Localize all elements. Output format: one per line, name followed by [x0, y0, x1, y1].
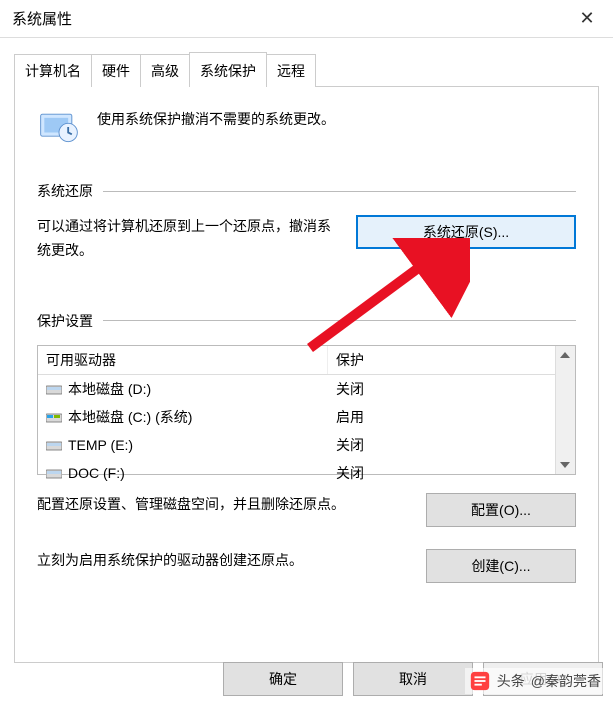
drive-list-body: 可用驱动器 保护 本地磁盘 (D:) 关闭 本地磁盘 (C:) (系统) 启用 … [38, 346, 555, 474]
tab-label: 系统保护 [200, 63, 256, 79]
close-button[interactable]: ✕ [561, 0, 613, 38]
configure-description: 配置还原设置、管理磁盘空间，并且删除还原点。 [37, 493, 408, 517]
tab-computer-name[interactable]: 计算机名 [14, 54, 92, 87]
drive-status: 关闭 [328, 461, 555, 485]
section-title: 系统还原 [37, 181, 93, 201]
watermark-prefix: 头条 [497, 671, 525, 691]
divider [103, 320, 576, 321]
system-restore-button[interactable]: 系统还原(S)... [356, 215, 576, 249]
divider [103, 191, 576, 192]
section-title: 保护设置 [37, 311, 93, 331]
intro-row: 使用系统保护撤消不需要的系统更改。 [37, 105, 576, 149]
configure-row: 配置还原设置、管理磁盘空间，并且删除还原点。 配置(O)... [37, 493, 576, 527]
drive-row[interactable]: 本地磁盘 (D:) 关闭 [38, 375, 555, 403]
drive-status: 关闭 [328, 433, 555, 457]
tab-advanced[interactable]: 高级 [140, 54, 190, 87]
disk-icon [46, 467, 62, 479]
column-status: 保护 [328, 346, 555, 374]
close-icon: ✕ [579, 8, 594, 29]
create-row: 立刻为启用系统保护的驱动器创建还原点。 创建(C)... [37, 549, 576, 583]
button-label: 取消 [399, 671, 427, 687]
section-header-restore: 系统还原 [37, 181, 576, 201]
watermark: 头条 @秦韵莞香 [465, 668, 605, 694]
drive-name: 本地磁盘 (C:) (系统) [68, 407, 192, 427]
windows-disk-icon [46, 411, 62, 423]
drive-list-header: 可用驱动器 保护 [38, 346, 555, 375]
disk-icon [46, 439, 62, 451]
tab-hardware[interactable]: 硬件 [91, 54, 141, 87]
window-title: 系统属性 [12, 8, 561, 29]
configure-button[interactable]: 配置(O)... [426, 493, 576, 527]
system-protection-icon [37, 105, 81, 149]
drive-row[interactable]: TEMP (E:) 关闭 [38, 431, 555, 459]
column-drive: 可用驱动器 [38, 346, 328, 374]
tab-strip: 计算机名 硬件 高级 系统保护 远程 [0, 38, 613, 87]
tab-system-protection[interactable]: 系统保护 [189, 52, 267, 87]
tab-label: 硬件 [102, 63, 130, 79]
button-label: 配置(O)... [471, 502, 531, 518]
button-label: 创建(C)... [471, 558, 530, 574]
drive-name: 本地磁盘 (D:) [68, 379, 151, 399]
create-description: 立刻为启用系统保护的驱动器创建还原点。 [37, 549, 408, 573]
create-button[interactable]: 创建(C)... [426, 549, 576, 583]
disk-icon [46, 383, 62, 395]
drive-row[interactable]: 本地磁盘 (C:) (系统) 启用 [38, 403, 555, 431]
ok-button[interactable]: 确定 [223, 662, 343, 696]
cancel-button[interactable]: 取消 [353, 662, 473, 696]
restore-row: 可以通过将计算机还原到上一个还原点，撤消系统更改。 系统还原(S)... [37, 215, 576, 263]
drive-name: DOC (F:) [68, 465, 125, 481]
drive-name: TEMP (E:) [68, 437, 133, 453]
drive-row[interactable]: DOC (F:) 关闭 [38, 459, 555, 487]
restore-description: 可以通过将计算机还原到上一个还原点，撤消系统更改。 [37, 215, 338, 263]
tab-label: 高级 [151, 63, 179, 79]
drive-list[interactable]: 可用驱动器 保护 本地磁盘 (D:) 关闭 本地磁盘 (C:) (系统) 启用 … [37, 345, 576, 475]
tab-label: 远程 [277, 63, 305, 79]
scrollbar[interactable] [555, 346, 575, 474]
section-header-protection: 保护设置 [37, 311, 576, 331]
tab-remote[interactable]: 远程 [266, 54, 316, 87]
drive-status: 启用 [328, 405, 555, 429]
watermark-author: @秦韵莞香 [531, 671, 601, 691]
drive-status: 关闭 [328, 377, 555, 401]
button-label: 确定 [269, 671, 297, 687]
toutiao-icon [469, 670, 491, 692]
tab-label: 计算机名 [25, 63, 81, 79]
tab-panel-system-protection: 使用系统保护撤消不需要的系统更改。 系统还原 可以通过将计算机还原到上一个还原点… [14, 87, 599, 663]
title-bar: 系统属性 ✕ [0, 0, 613, 38]
button-label: 系统还原(S)... [423, 224, 509, 240]
intro-text: 使用系统保护撤消不需要的系统更改。 [97, 105, 335, 129]
